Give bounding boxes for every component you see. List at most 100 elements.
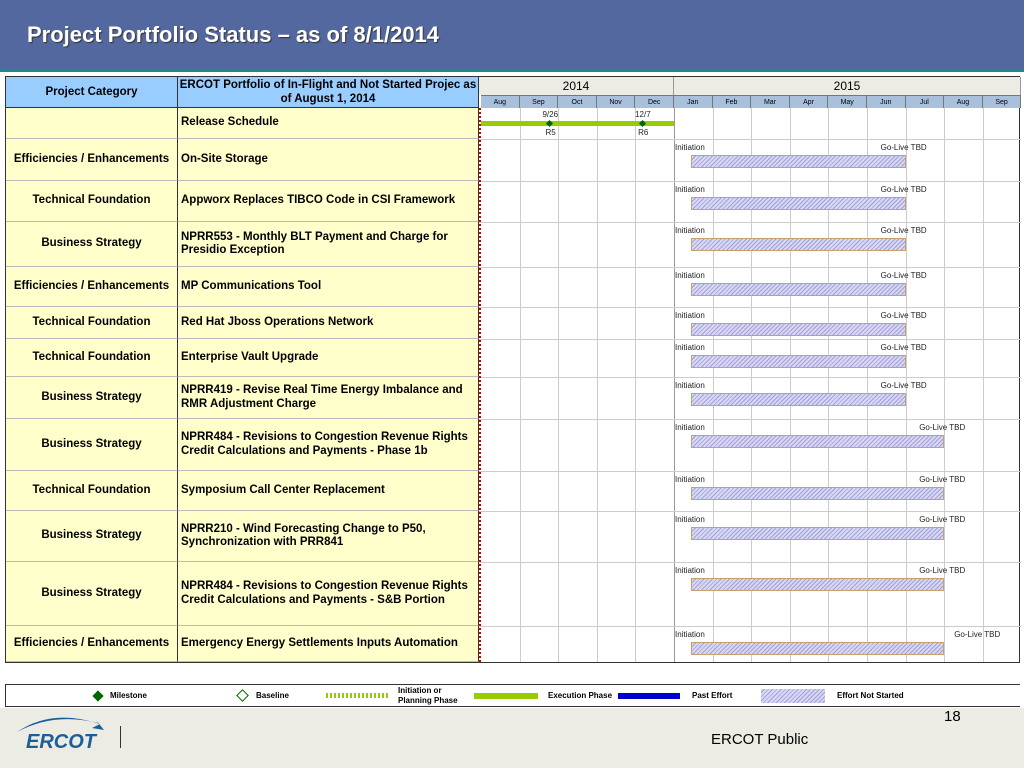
gridline xyxy=(519,108,521,662)
legend-past: Past Effort xyxy=(692,691,733,700)
month-header: Apr xyxy=(789,95,829,108)
start-label: Initiation xyxy=(675,475,705,484)
effort-not-started-bar xyxy=(691,283,906,296)
effort-not-started-bar xyxy=(691,323,906,336)
project-name: NPRR484 - Revisions to Congestion Revenu… xyxy=(178,419,479,471)
start-label: Initiation xyxy=(675,311,705,320)
not-started-swatch xyxy=(761,688,825,703)
month-header: Dec xyxy=(635,95,674,108)
month-header: Mar xyxy=(751,95,790,108)
start-label: Initiation xyxy=(675,423,705,432)
initiation-swatch xyxy=(326,693,388,698)
baseline-icon xyxy=(236,689,249,702)
month-header: Feb xyxy=(712,95,752,108)
start-label: Initiation xyxy=(675,566,705,575)
gridline xyxy=(479,339,1021,340)
end-label: Go-Live TBD xyxy=(919,475,966,484)
end-label: Go-Live TBD xyxy=(919,423,966,432)
effort-not-started-bar xyxy=(691,393,906,406)
end-label: Go-Live TBD xyxy=(880,343,927,352)
page-title: Project Portfolio Status – as of 8/1/201… xyxy=(27,22,440,47)
gridline xyxy=(479,471,1021,472)
start-label: Initiation xyxy=(675,185,705,194)
project-name: Enterprise Vault Upgrade xyxy=(178,339,479,377)
gridline xyxy=(479,511,1021,512)
project-name: Release Schedule xyxy=(178,108,479,139)
gridline xyxy=(479,377,1021,378)
start-label: Initiation xyxy=(675,515,705,524)
effort-not-started-bar xyxy=(691,642,945,655)
month-header: Jul xyxy=(905,95,945,108)
month-header: Jan xyxy=(674,95,713,108)
project-category: Technical Foundation xyxy=(6,181,178,222)
title-bar: Project Portfolio Status – as of 8/1/201… xyxy=(0,0,1024,72)
gridline xyxy=(635,108,637,662)
project-category: Business Strategy xyxy=(6,377,178,419)
gridline xyxy=(479,267,1021,268)
end-label: Go-Live TBD xyxy=(880,311,927,320)
start-label: Initiation xyxy=(675,381,705,390)
gridline xyxy=(479,626,1021,627)
end-label: Go-Live TBD xyxy=(919,515,966,524)
legend-baseline: Baseline xyxy=(256,691,289,700)
svg-text:ERCOT: ERCOT xyxy=(26,731,98,750)
project-name: On-Site Storage xyxy=(178,139,479,181)
legend-execution: Execution Phase xyxy=(548,691,613,700)
header-category: Project Category xyxy=(6,77,178,108)
month-header: Oct xyxy=(558,95,597,108)
legend-milestone: Milestone xyxy=(110,691,147,700)
header-project: ERCOT Portfolio of In-Flight and Not Sta… xyxy=(178,77,479,108)
month-header: Sep xyxy=(982,95,1022,108)
month-header: Aug xyxy=(944,95,983,108)
project-name: Emergency Energy Settlements Inputs Auto… xyxy=(178,626,479,662)
milestone-label: R5 xyxy=(545,128,556,137)
execution-swatch xyxy=(474,692,538,699)
legend: Milestone Baseline Initiation or Plannin… xyxy=(5,684,1020,707)
start-label: Initiation xyxy=(675,226,705,235)
start-label: Initiation xyxy=(675,271,705,280)
month-header: Sep xyxy=(519,95,559,108)
end-label: Go-Live TBD xyxy=(954,630,1001,639)
gridline xyxy=(479,139,1021,140)
effort-not-started-bar xyxy=(691,155,906,168)
project-category: Business Strategy xyxy=(6,222,178,267)
gridline xyxy=(479,419,1021,420)
gridline xyxy=(479,181,1021,182)
month-header: Jun xyxy=(867,95,906,108)
project-category: Business Strategy xyxy=(6,562,178,626)
end-label: Go-Live TBD xyxy=(880,381,927,390)
project-category: Business Strategy xyxy=(6,511,178,562)
end-label: Go-Live TBD xyxy=(880,143,927,152)
gridline xyxy=(944,108,946,662)
legend-initiation: Initiation or Planning Phase xyxy=(398,685,458,705)
effort-not-started-bar xyxy=(691,487,945,500)
project-category: Technical Foundation xyxy=(6,307,178,339)
milestone-icon xyxy=(92,689,104,702)
project-name: NPRR484 - Revisions to Congestion Revenu… xyxy=(178,562,479,626)
milestone-date: 9/26 xyxy=(542,110,559,119)
month-header: May xyxy=(828,95,867,108)
footer: ERCOT 18 ERCOT Public xyxy=(0,708,1024,768)
end-label: Go-Live TBD xyxy=(880,271,927,280)
month-header: Aug xyxy=(481,95,520,108)
logo-divider xyxy=(120,726,121,748)
gantt-chart: 2014 2015 Aug Sep Oct Nov Dec Jan Feb Mar Apr May Ju… xyxy=(479,77,1022,662)
project-category xyxy=(6,108,178,139)
gridline xyxy=(596,108,598,662)
end-label: Go-Live TBD xyxy=(919,566,966,575)
ercot-logo: ERCOT xyxy=(17,717,104,750)
project-name: Red Hat Jboss Operations Network xyxy=(178,307,479,339)
project-category: Technical Foundation xyxy=(6,471,178,511)
start-label: Initiation xyxy=(675,143,705,152)
page-number: 18 xyxy=(944,708,961,725)
gantt-table: Project Category ERCOT Portfolio of In-F… xyxy=(5,76,1022,663)
past-effort-swatch xyxy=(618,692,680,699)
project-category: Technical Foundation xyxy=(6,339,178,377)
gridline xyxy=(479,222,1021,223)
project-name: NPRR419 - Revise Real Time Energy Imbala… xyxy=(178,377,479,419)
effort-not-started-bar xyxy=(691,578,945,591)
effort-not-started-bar xyxy=(691,355,906,368)
effort-not-started-bar xyxy=(691,238,906,251)
year-2015: 2015 xyxy=(674,77,1021,95)
status-date-line xyxy=(479,108,481,662)
